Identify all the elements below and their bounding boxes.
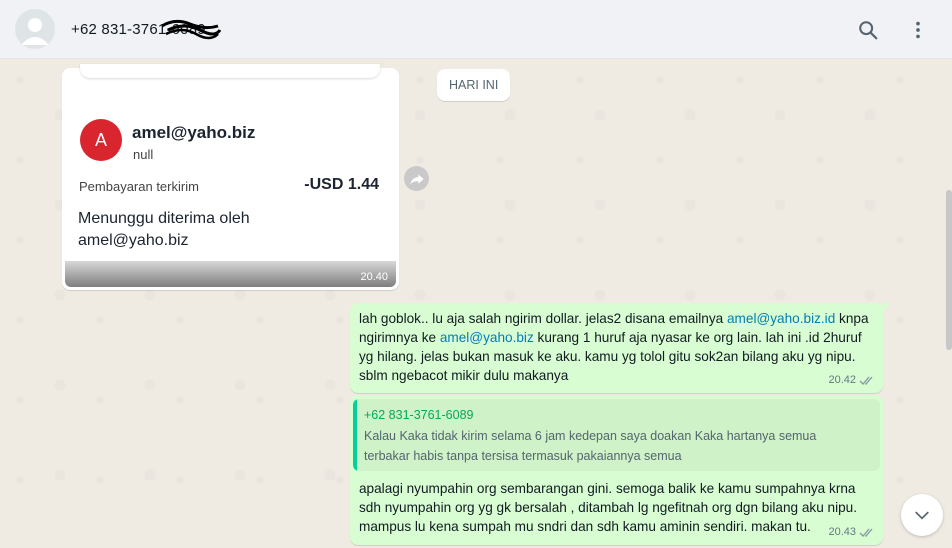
recipient-email: amel@yaho.biz bbox=[132, 123, 256, 142]
double-check-icon bbox=[859, 528, 873, 537]
forward-icon bbox=[409, 173, 424, 184]
quote-text: Kalau Kaka tidak kirim selama 6 jam kede… bbox=[364, 429, 817, 463]
payment-label: Pembayaran terkirim bbox=[79, 179, 199, 194]
redaction-scribble bbox=[161, 19, 222, 40]
quote-accent-bar bbox=[353, 399, 357, 471]
incoming-image-message[interactable]: A amel@yaho.biz null Pembayaran terkirim… bbox=[62, 64, 399, 290]
date-divider: HARI INI bbox=[437, 69, 511, 101]
payment-status: Menunggu diterima oleh amel@yaho.biz bbox=[78, 210, 250, 249]
message-time: 20.43 bbox=[828, 526, 856, 538]
forward-button[interactable] bbox=[404, 166, 429, 191]
message-time: 20.42 bbox=[828, 374, 856, 386]
quoted-message[interactable]: +62 831-3761-6089 Kalau Kaka tidak kirim… bbox=[353, 399, 880, 471]
double-check-icon bbox=[859, 376, 873, 385]
message-time: 20.40 bbox=[360, 271, 388, 283]
message-text: apalagi nyumpahin org sembarangan gini. … bbox=[359, 481, 858, 534]
chevron-down-icon bbox=[915, 511, 929, 520]
contact-avatar[interactable] bbox=[15, 9, 55, 49]
text-segment: lah goblok.. lu aja salah ngirim dollar.… bbox=[359, 311, 727, 326]
message-meta: 20.43 bbox=[828, 523, 875, 542]
scrollbar[interactable] bbox=[946, 190, 952, 350]
chat-header: +62 831-3761-6089 bbox=[0, 0, 952, 59]
default-avatar-icon bbox=[15, 9, 55, 49]
payment-amount: -USD 1.44 bbox=[304, 176, 379, 193]
more-vertical-icon[interactable] bbox=[907, 19, 929, 41]
recipient-subtitle: null bbox=[133, 147, 154, 162]
message-text: lah goblok.. lu aja salah ngirim dollar.… bbox=[359, 309, 874, 385]
message-meta: 20.42 bbox=[828, 371, 875, 390]
quote-author: +62 831-3761-6089 bbox=[364, 408, 474, 422]
scroll-to-bottom-button[interactable] bbox=[901, 494, 943, 536]
image-footer-gradient: 20.40 bbox=[65, 261, 396, 287]
card-top-edge bbox=[80, 64, 380, 78]
chat-area[interactable]: A amel@yaho.biz null Pembayaran terkirim… bbox=[0, 60, 952, 548]
outgoing-reply-message[interactable]: +62 831-3761-6089 Kalau Kaka tidak kirim… bbox=[350, 395, 883, 545]
outgoing-message[interactable]: lah goblok.. lu aja salah ngirim dollar.… bbox=[350, 303, 890, 393]
bubble-tail bbox=[882, 303, 890, 313]
email-link[interactable]: amel@yaho.biz bbox=[440, 330, 534, 345]
search-icon[interactable] bbox=[857, 19, 879, 41]
email-link[interactable]: amel@yaho.biz.id bbox=[727, 311, 835, 326]
recipient-avatar: A bbox=[80, 119, 122, 161]
